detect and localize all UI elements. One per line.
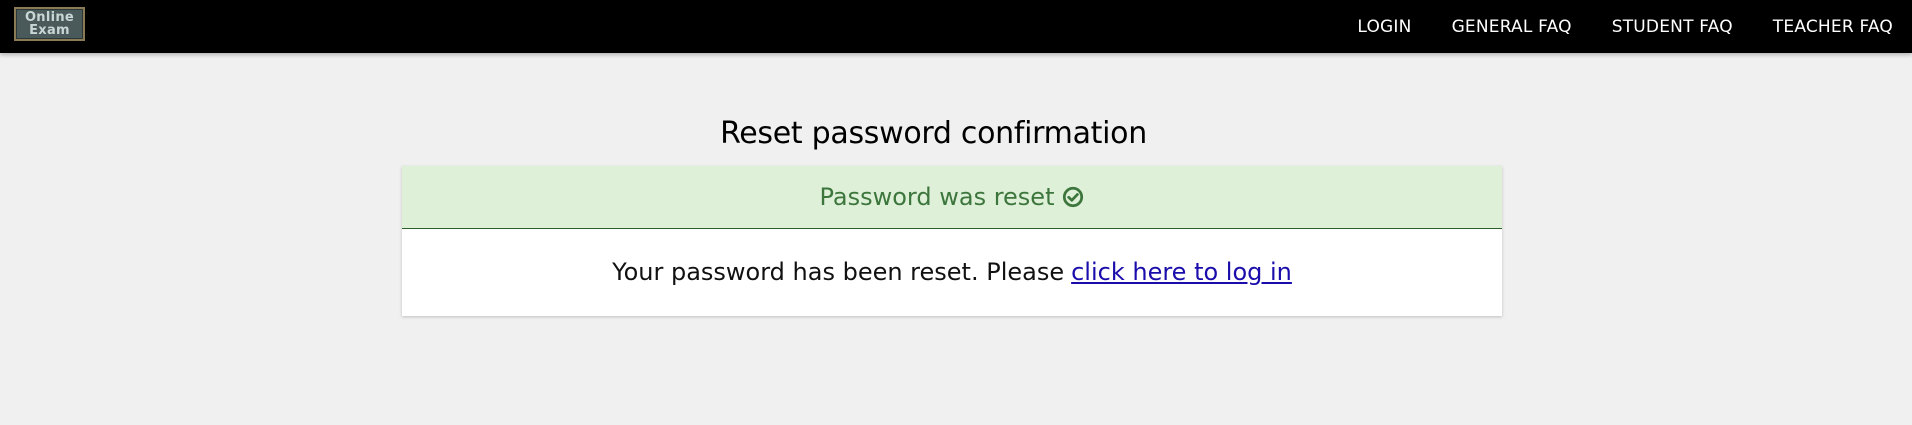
page-title: Reset password confirmation bbox=[720, 116, 1147, 151]
success-alert: Password was reset bbox=[402, 166, 1502, 229]
nav-student-faq[interactable]: STUDENT FAQ bbox=[1612, 17, 1733, 37]
logo-line-2: Exam bbox=[29, 23, 70, 38]
main-nav: LOGIN GENERAL FAQ STUDENT FAQ TEACHER FA… bbox=[1357, 0, 1893, 53]
confirmation-card: Password was reset Your password has bee… bbox=[402, 166, 1502, 316]
top-navbar: Online Exam LOGIN GENERAL FAQ STUDENT FA… bbox=[0, 0, 1912, 53]
message-text: Your password has been reset. Please bbox=[612, 258, 1065, 286]
confirmation-message: Your password has been reset. Please cli… bbox=[402, 229, 1502, 315]
online-exam-logo[interactable]: Online Exam bbox=[14, 7, 85, 41]
login-link[interactable]: click here to log in bbox=[1071, 258, 1292, 286]
nav-teacher-faq[interactable]: TEACHER FAQ bbox=[1773, 17, 1893, 37]
nav-general-faq[interactable]: GENERAL FAQ bbox=[1452, 17, 1572, 37]
nav-login[interactable]: LOGIN bbox=[1357, 17, 1411, 37]
alert-heading: Password was reset bbox=[819, 183, 1055, 211]
check-circle-icon bbox=[1063, 186, 1084, 208]
